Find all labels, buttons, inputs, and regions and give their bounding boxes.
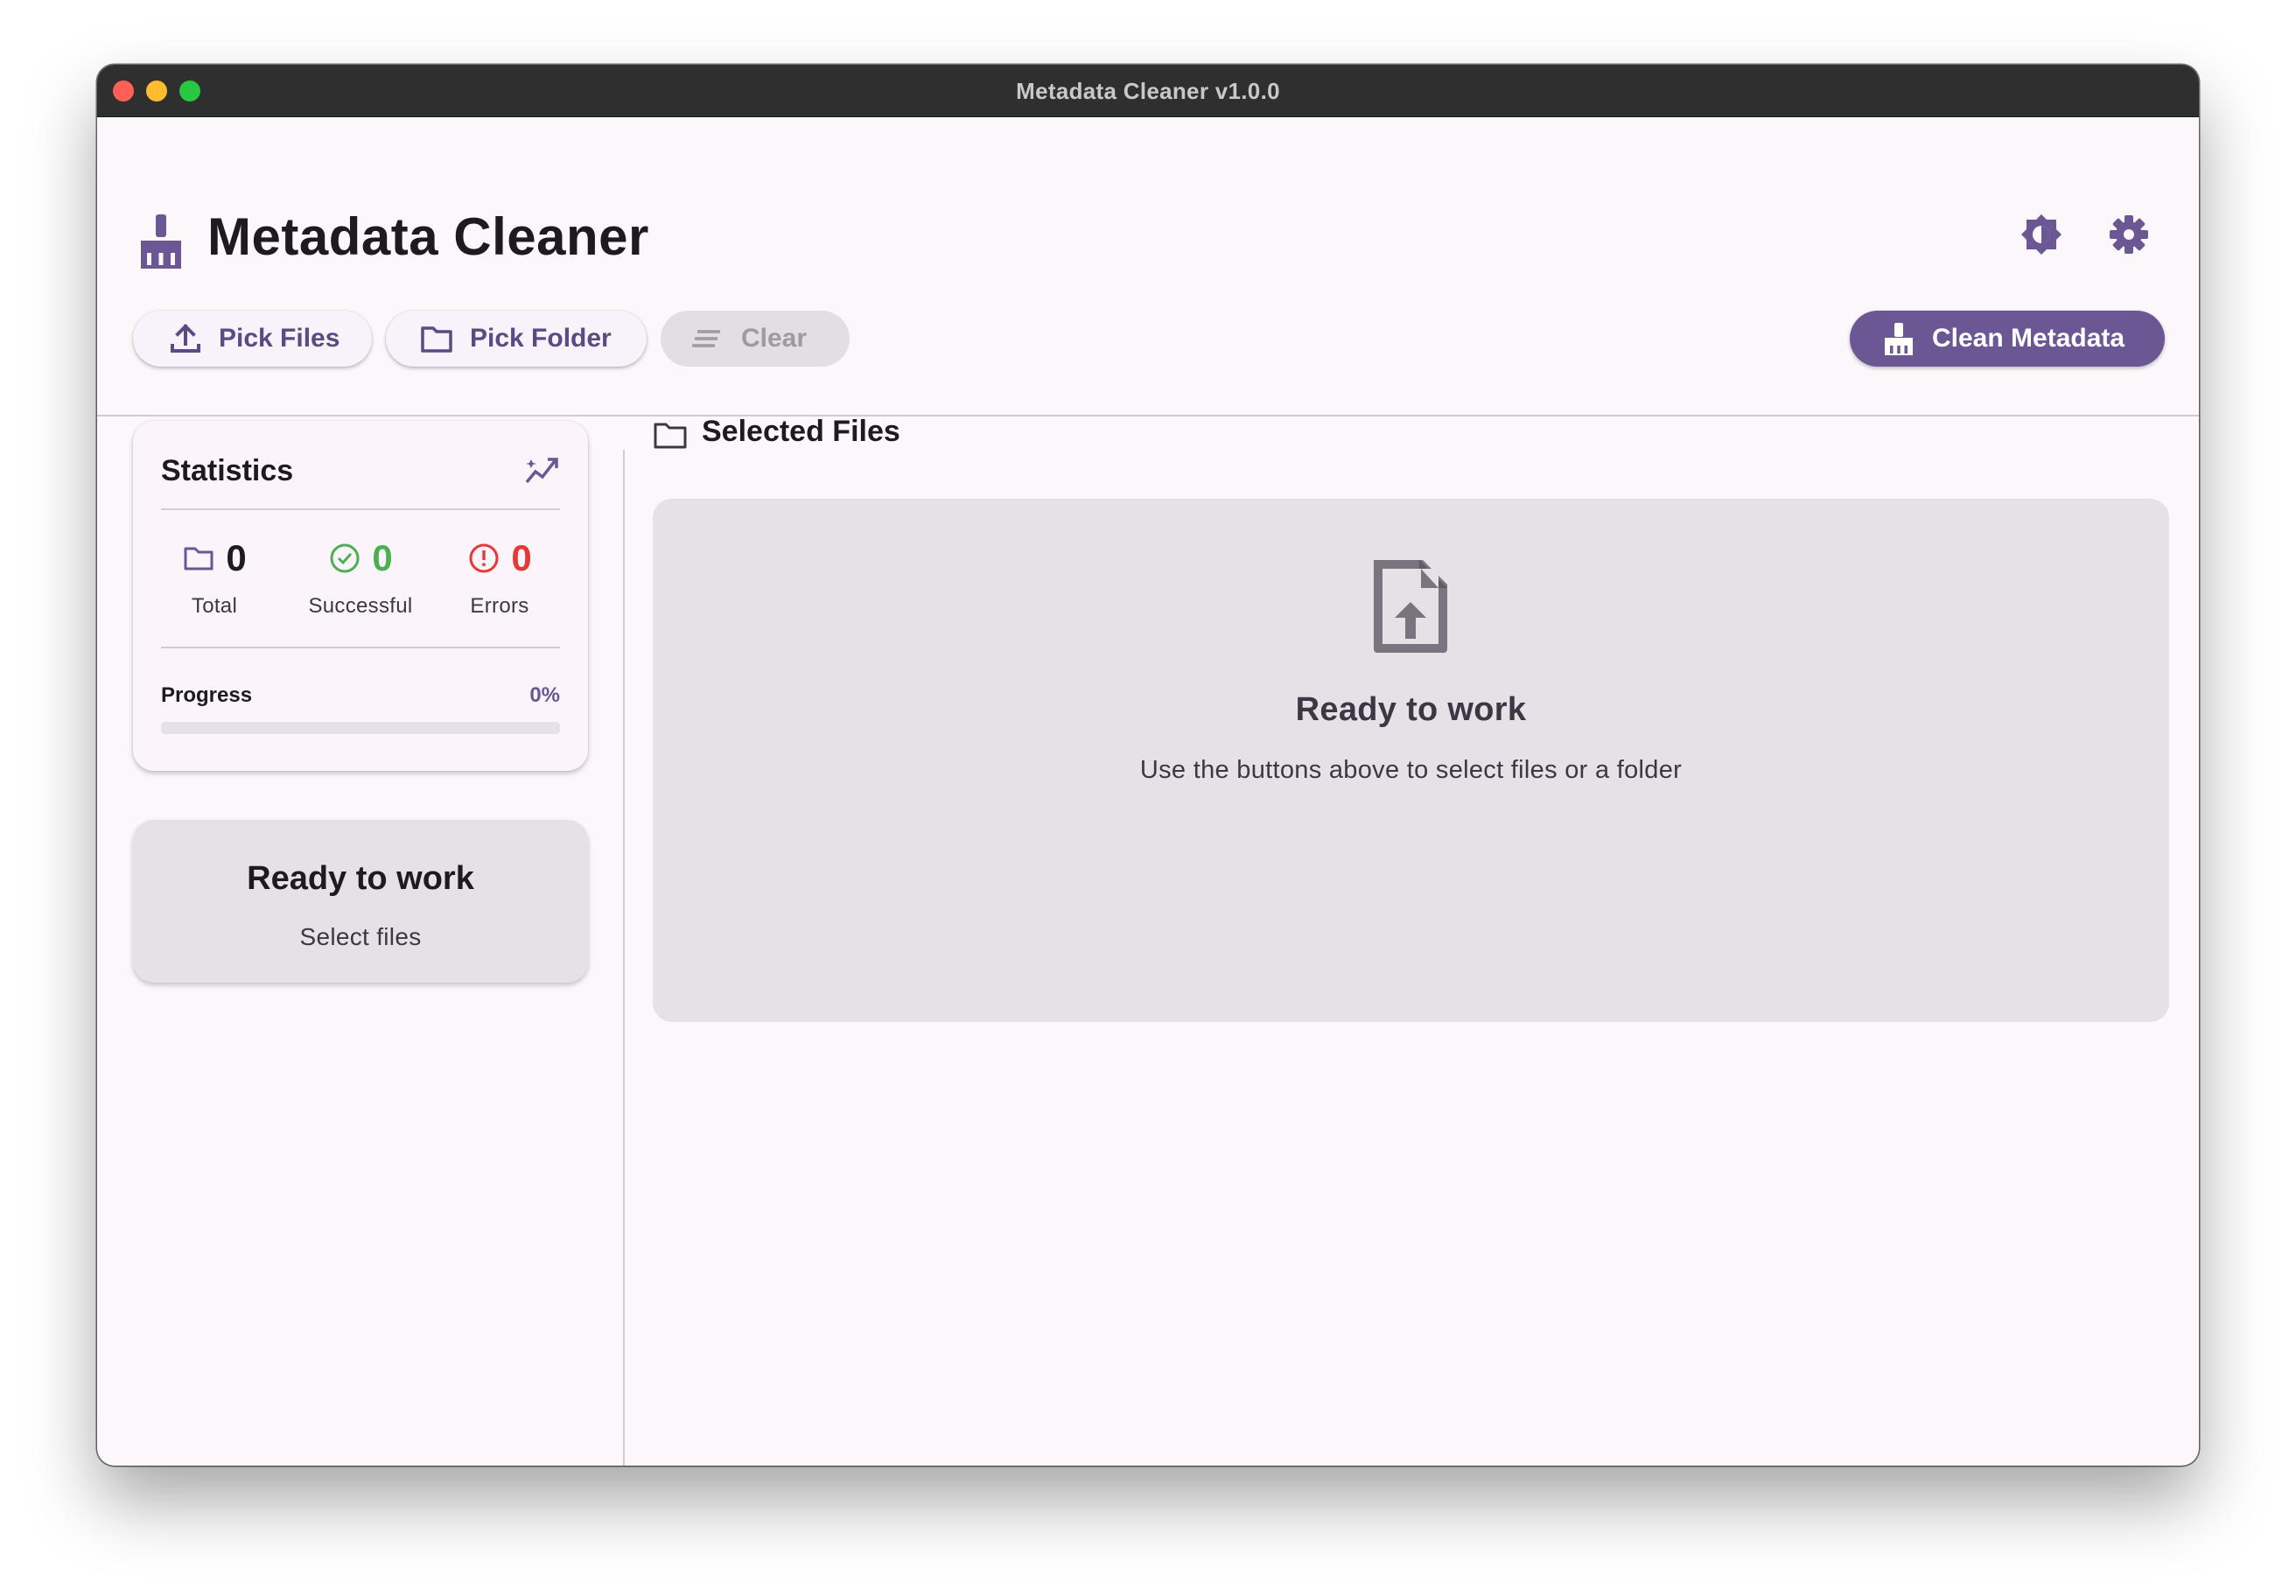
- stat-successful: 0 Successful: [295, 536, 426, 619]
- window-title: Metadata Cleaner v1.0.0: [1016, 78, 1280, 104]
- broom-icon: [1885, 323, 1913, 355]
- error-circle-icon: [469, 543, 499, 573]
- clear-all-icon: [692, 330, 720, 347]
- statistics-divider: [161, 508, 560, 510]
- status-subtitle: Select files: [299, 923, 422, 950]
- status-title: Ready to work: [247, 860, 474, 897]
- progress-percentage: 0%: [529, 683, 560, 707]
- brightness-contrast-icon: [2021, 214, 2062, 255]
- statistics-card: Statistics 0 Total 0 Successful 0 Errors…: [133, 421, 588, 771]
- selected-files-title: Selected Files: [702, 415, 900, 448]
- stat-total-value: 0: [226, 537, 247, 578]
- stat-successful-value: 0: [372, 537, 393, 578]
- app-title: Metadata Cleaner: [207, 207, 649, 266]
- empty-state-title: Ready to work: [1295, 691, 1527, 728]
- pick-folder-button[interactable]: Pick Folder: [386, 311, 647, 367]
- title-bar: Metadata Cleaner v1.0.0: [97, 65, 2199, 117]
- clean-metadata-button[interactable]: Clean Metadata: [1850, 311, 2165, 367]
- stat-errors: 0 Errors: [434, 536, 565, 619]
- trending-chart-icon: [525, 458, 558, 484]
- progress-label: Progress: [161, 683, 253, 707]
- folder-icon: [654, 423, 687, 449]
- progress-bar: [161, 722, 560, 734]
- empty-state-subtitle: Use the buttons above to select files or…: [1139, 756, 1683, 784]
- pick-files-label: Pick Files: [219, 324, 340, 353]
- stat-successful-label: Successful: [308, 594, 413, 618]
- folder-icon: [421, 326, 452, 353]
- clean-metadata-label: Clean Metadata: [1932, 324, 2125, 353]
- settings-button[interactable]: [2101, 206, 2157, 262]
- pick-files-button[interactable]: Pick Files: [133, 311, 372, 367]
- status-card: Ready to work Select files: [133, 820, 588, 983]
- broom-icon: [141, 214, 181, 269]
- app-header: Metadata Cleaner Pick Files Pick Folder …: [97, 116, 2199, 415]
- clear-button[interactable]: Clear: [661, 311, 850, 367]
- stat-total: 0 Total: [149, 536, 280, 619]
- clear-label: Clear: [741, 324, 808, 353]
- gear-icon: [2110, 215, 2148, 254]
- header-divider: [97, 415, 2199, 416]
- stat-errors-label: Errors: [470, 594, 529, 618]
- stat-errors-value: 0: [511, 537, 532, 578]
- stat-total-label: Total: [191, 594, 238, 618]
- app-window: Metadata Cleaner v1.0.0 Metadata Cleaner: [97, 65, 2199, 1466]
- theme-toggle-button[interactable]: [2013, 206, 2069, 262]
- panel-divider: [623, 450, 625, 1466]
- check-circle-icon: [330, 543, 360, 573]
- file-drop-area[interactable]: Ready to work Use the buttons above to s…: [653, 499, 2169, 1022]
- upload-icon: [171, 324, 200, 353]
- statistics-title: Statistics: [161, 454, 294, 487]
- folder-icon: [184, 547, 214, 570]
- pick-folder-label: Pick Folder: [470, 324, 612, 353]
- statistics-divider: [161, 647, 560, 648]
- file-upload-icon: [1374, 560, 1447, 653]
